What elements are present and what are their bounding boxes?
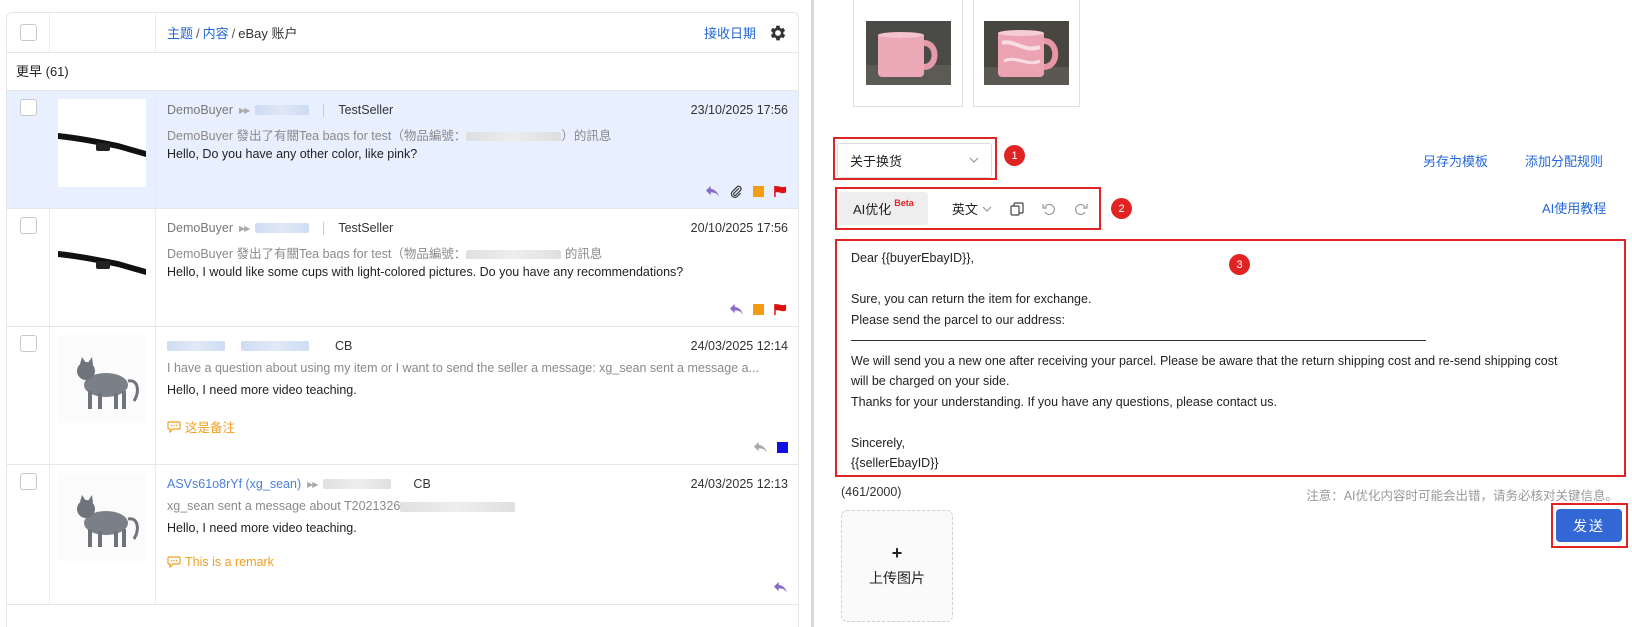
upload-image-button[interactable]: + 上传图片 [841,510,953,622]
redacted-id [323,479,392,489]
annotation-badge-2: 2 [1111,198,1132,219]
character-count: (461/2000) [841,485,902,499]
editor-toolbar: AI优化 Beta 英文 [839,190,1088,227]
send-button[interactable]: 发送 [1556,509,1622,542]
list-item[interactable]: ASVs61o8rYf (xg_sean) ▶▶ CB 24/03/2025 1… [7,465,798,605]
arrow-right-icon: ▶▶ [239,223,250,233]
row-checkbox[interactable] [19,335,37,352]
comment-icon [167,420,181,433]
gear-icon[interactable] [768,23,788,43]
reply-icon[interactable] [753,441,768,454]
seller-name: TestSeller [338,103,394,117]
sort-by-received-date[interactable]: 接收日期 [704,23,756,42]
list-item[interactable]: DemoBuyer ▶▶ TestSeller 20/10/2025 17:56… [7,209,798,327]
chevron-down-icon [969,157,979,163]
red-flag-icon[interactable] [773,185,788,198]
row-checkbox[interactable] [19,473,37,490]
ai-notice: 注意：AI优化内容时可能会出错，请务必核对关键信息。 [1306,489,1618,503]
editor-line: will be charged on your side. [851,374,1010,388]
beta-badge: Beta [894,197,914,208]
message-list-panel: 主题 / 内容 / eBay 账户 接收日期 更早 (61) DemoBuyer ▶▶ … [6,12,799,627]
ai-tutorial-link[interactable]: AI使用教程 [1542,198,1606,217]
arrow-right-icon: ▶▶ [239,105,250,115]
breadcrumb: 主题 / 内容 / eBay 账户 [167,26,298,41]
orange-label-tag[interactable] [753,186,764,197]
remark: 这是备注 [167,417,788,436]
item-thumbnail-cat [58,473,146,561]
select-all-checkbox[interactable] [19,24,37,41]
message-preview: Hello, I need more video teaching. [167,521,357,535]
red-flag-icon[interactable] [773,303,788,316]
orange-label-tag[interactable] [753,304,764,315]
reply-icon[interactable] [729,303,744,316]
message-preview: Hello, I would like some cups with light… [167,265,684,279]
annotation-badge-3: 3 [1229,254,1250,275]
row-checkbox[interactable] [19,217,37,234]
message-preview: Hello, I need more video teaching. [167,383,357,397]
item-thumbnail-belt [58,99,146,187]
message-subject: DemoBuyer 發出了有關Tea bags for test（物品編號： 的… [167,247,603,259]
message-subject: xg_sean sent a message about T2021326 [167,499,788,515]
annotation-badge-1: 1 [1004,145,1025,166]
item-thumbnail-belt [58,217,146,305]
editor-line: Sincerely, [851,435,905,450]
redacted-id [241,341,309,351]
seller-name: TestSeller [338,221,394,235]
message-subject: DemoBuyer 發出了有關Tea bags for test（物品編號： ）的… [167,129,612,141]
list-item[interactable]: DemoBuyer ▶▶ TestSeller 23/10/2025 17:56… [7,91,798,209]
ai-optimize-button[interactable]: AI优化 Beta [839,192,928,225]
reply-icon[interactable] [773,581,788,594]
redo-icon[interactable] [1074,202,1088,216]
editor-line: Sure, you can return the item for exchan… [851,292,1092,306]
message-date: 24/03/2025 12:13 [690,477,788,491]
seller-name: CB [413,477,431,491]
breadcrumb-content[interactable]: 内容 [203,26,229,41]
message-date: 23/10/2025 17:56 [690,103,788,117]
list-item[interactable]: CB 24/03/2025 12:14 I have a question ab… [7,327,798,465]
list-header: 主题 / 内容 / eBay 账户 接收日期 [7,13,798,53]
breadcrumb-account: eBay 账户 [238,26,298,41]
copy-icon[interactable] [1010,201,1024,216]
reply-panel: 关于换货 1 另存为模板 添加分配规则 AI优化 Beta 英文 2 AI使用教程… [830,0,1632,627]
comment-icon [167,556,181,568]
group-earlier: 更早 (61) [7,53,798,91]
seller-name: CB [335,339,353,353]
item-thumbnail-cat [58,335,146,423]
redacted-buyer [167,341,225,351]
message-preview: Hello, Do you have any other color, like… [167,147,418,161]
redacted-id [255,105,310,115]
save-as-template-link[interactable]: 另存为模板 [1423,151,1488,170]
blue-label-tag[interactable] [777,442,788,453]
attachment-icon[interactable] [729,185,744,198]
buyer-name[interactable]: DemoBuyer [167,221,233,235]
product-image-1[interactable] [853,0,963,107]
add-assignment-rule-link[interactable]: 添加分配规则 [1525,151,1603,170]
editor-line: We will send you a new one after receivi… [851,353,1558,368]
editor-line: {{sellerEbayID}} [851,456,939,470]
product-image-2[interactable] [973,0,1080,107]
redacted-id [255,223,310,233]
reply-icon[interactable] [705,185,720,198]
message-subject: I have a question about using my item or… [167,361,760,375]
reply-editor[interactable]: Dear {{buyerEbayID}}, Sure, you can retu… [839,241,1620,474]
breadcrumb-topic[interactable]: 主题 [167,26,193,41]
address-placeholder-line [851,330,1608,351]
buyer-name[interactable]: DemoBuyer [167,103,233,117]
message-date: 20/10/2025 17:56 [690,221,788,235]
row-checkbox[interactable] [19,99,37,116]
message-date: 24/03/2025 12:14 [690,339,788,353]
template-select[interactable]: 关于换货 [837,143,992,178]
chevron-down-icon [982,206,992,212]
pane-resize-handle[interactable] [811,0,814,627]
language-select[interactable]: 英文 [952,199,992,218]
buyer-name[interactable]: ASVs61o8rYf (xg_sean) [167,477,301,491]
editor-line: Thanks for your understanding. If you ha… [851,394,1277,409]
remark: This is a remark [167,555,788,569]
editor-line: Please send the parcel to our address: [851,312,1066,327]
arrow-right-icon: ▶▶ [307,479,318,489]
plus-icon: + [891,543,903,563]
undo-icon[interactable] [1042,202,1056,216]
